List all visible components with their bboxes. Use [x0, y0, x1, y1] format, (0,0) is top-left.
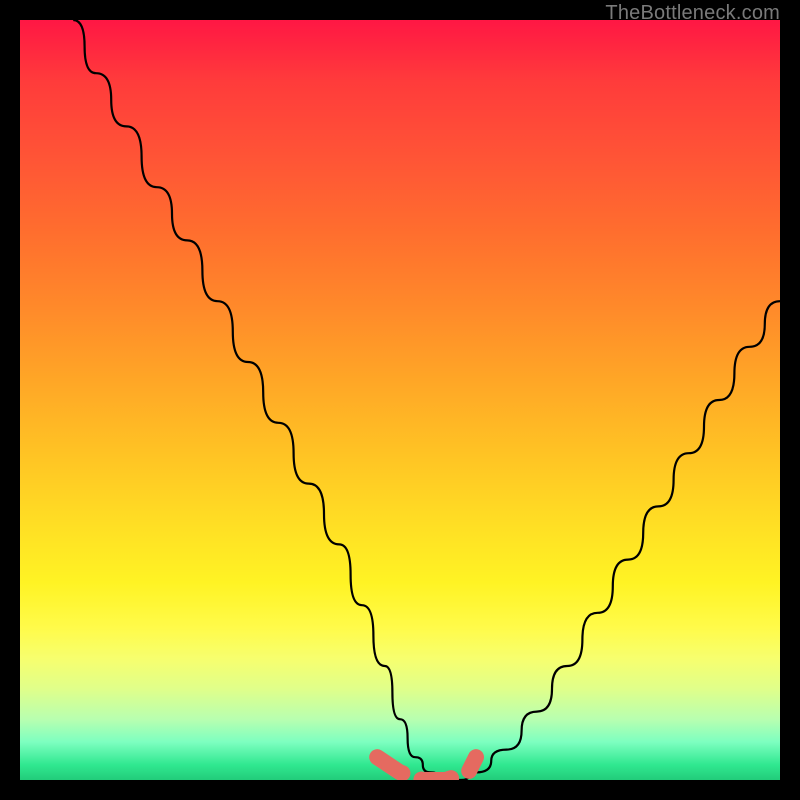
- plot-area: [20, 20, 780, 780]
- chart-overlay: [20, 20, 780, 780]
- optimal-range-marker: [377, 757, 476, 780]
- chart-frame: TheBottleneck.com: [0, 0, 800, 800]
- bottleneck-curve: [73, 20, 780, 780]
